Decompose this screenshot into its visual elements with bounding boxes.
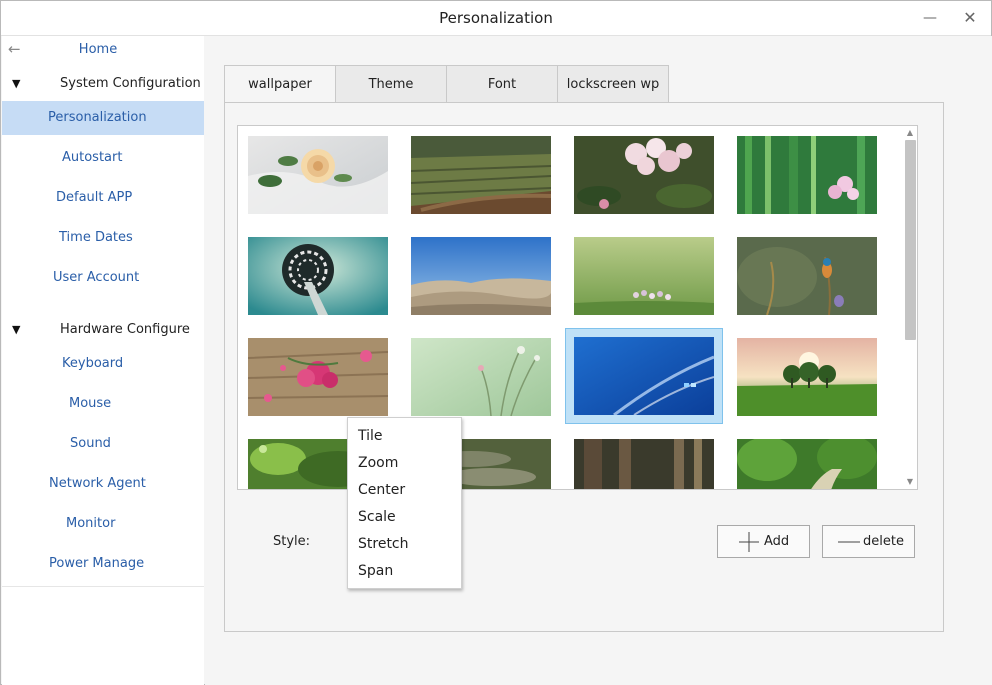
tab-lockscreen-wp[interactable]: lockscreen wp [557, 65, 669, 103]
wallpaper-thumb-pink-rhododendron[interactable] [574, 136, 714, 214]
style-option-tile[interactable]: Tile [348, 423, 461, 450]
wallpaper-thumb-rose-on-snow[interactable] [248, 136, 388, 214]
style-option-center[interactable]: Center [348, 477, 461, 504]
wallpaper-thumb-kingfisher[interactable] [737, 237, 877, 315]
sidebar: ← Home ▼ System Configuration Personaliz… [2, 36, 204, 685]
delete-button-label: delete [863, 534, 904, 549]
close-icon[interactable]: ✕ [959, 7, 981, 29]
wallpaper-thumb-mossy-roof[interactable] [411, 136, 551, 214]
sidebar-group-hardware-configure[interactable]: ▼ Hardware Configure [2, 318, 204, 342]
wallpaper-thumb-blue-swirl[interactable] [565, 328, 723, 424]
main-content: wallpaper Theme Font lockscreen wp ▲ ▼ S… [205, 36, 992, 685]
minimize-icon[interactable]: — [919, 7, 941, 29]
wallpaper-thumb-tree-sunset-field[interactable] [737, 338, 877, 416]
sidebar-item-label: Power Manage [49, 556, 145, 571]
wallpaper-thumb-pink-petals-wood[interactable] [248, 338, 388, 416]
wallpaper-gallery: ▲ ▼ [237, 125, 918, 490]
sidebar-item-label: User Account [53, 270, 140, 285]
sidebar-item-power-manage[interactable]: Power Manage [2, 547, 204, 581]
tab-theme[interactable]: Theme [335, 65, 447, 103]
expand-triangle-icon[interactable]: ▼ [12, 318, 20, 342]
sidebar-group-label: System Configuration [60, 76, 201, 91]
style-option-scale[interactable]: Scale [348, 504, 461, 531]
sidebar-item-label: Network Agent [49, 476, 146, 491]
sidebar-item-label: Keyboard [62, 356, 124, 371]
sidebar-item-label: Personalization [48, 110, 147, 125]
sidebar-item-default-app[interactable]: Default APP [2, 181, 204, 215]
sidebar-item-monitor[interactable]: Monitor [2, 507, 204, 541]
sidebar-item-sound[interactable]: Sound [2, 427, 204, 461]
plus-icon [738, 526, 760, 569]
sidebar-item-user-account[interactable]: User Account [2, 261, 204, 295]
sidebar-item-label: Time Dates [59, 230, 133, 245]
window-title: Personalization [439, 9, 553, 27]
sidebar-item-autostart[interactable]: Autostart [2, 141, 204, 175]
sidebar-item-time-dates[interactable]: Time Dates [2, 221, 204, 255]
sidebar-home-link[interactable]: Home [62, 40, 134, 60]
sidebar-item-label: Default APP [56, 190, 133, 205]
wallpaper-thumb-meadow-flowers[interactable] [574, 237, 714, 315]
tab-font[interactable]: Font [446, 65, 558, 103]
sidebar-group-system-configuration[interactable]: ▼ System Configuration [2, 72, 204, 96]
wallpaper-thumb-forest-path[interactable] [737, 439, 877, 489]
style-option-zoom[interactable]: Zoom [348, 450, 461, 477]
wallpaper-panel: ▲ ▼ Style: Add delete [224, 102, 944, 632]
sidebar-divider [2, 586, 204, 587]
sidebar-item-personalization[interactable]: Personalization [2, 101, 204, 135]
sidebar-item-label: Monitor [66, 516, 116, 531]
expand-triangle-icon[interactable]: ▼ [12, 72, 20, 96]
scrollbar-thumb[interactable] [905, 140, 916, 340]
wallpaper-thumb-green-watercolor[interactable] [411, 338, 551, 416]
sidebar-item-network-agent[interactable]: Network Agent [2, 467, 204, 501]
scroll-up-icon[interactable]: ▲ [902, 126, 917, 140]
style-option-span[interactable]: Span [348, 558, 461, 585]
tab-wallpaper[interactable]: wallpaper [224, 65, 336, 103]
scroll-down-icon[interactable]: ▼ [902, 475, 917, 489]
back-arrow-icon[interactable]: ← [8, 36, 26, 62]
sidebar-item-label: Sound [70, 436, 111, 451]
style-option-stretch[interactable]: Stretch [348, 531, 461, 558]
title-bar: Personalization — ✕ [1, 1, 991, 36]
delete-button[interactable]: delete [822, 525, 915, 558]
style-label: Style: [273, 534, 311, 549]
style-dropdown-menu: Tile Zoom Center Scale Stretch Span [347, 417, 462, 589]
wallpaper-thumb-tree-trunks[interactable] [574, 439, 714, 489]
sidebar-group-label: Hardware Configure [60, 322, 190, 337]
sidebar-item-mouse[interactable]: Mouse [2, 387, 204, 421]
wallpaper-thumb-desert-dunes[interactable] [411, 237, 551, 315]
sidebar-item-label: Autostart [62, 150, 123, 165]
add-button[interactable]: Add [717, 525, 810, 558]
add-button-label: Add [764, 534, 790, 549]
wallpaper-thumb-bamboo-flower[interactable] [737, 136, 877, 214]
personalization-window: Personalization — ✕ ← Home ▼ System Conf… [0, 0, 992, 685]
sidebar-item-label: Mouse [69, 396, 112, 411]
gallery-scrollbar[interactable]: ▲ ▼ [902, 126, 917, 489]
minus-icon [837, 526, 861, 569]
wallpaper-thumb-tower-fisheye[interactable] [248, 237, 388, 315]
sidebar-item-keyboard[interactable]: Keyboard [2, 347, 204, 381]
